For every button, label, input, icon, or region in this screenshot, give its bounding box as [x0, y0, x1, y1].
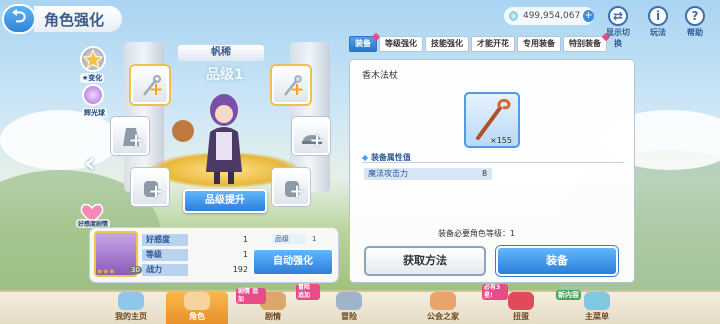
nav-label: 我的主页	[115, 312, 147, 321]
currency-amount: 499,954,067	[522, 11, 581, 21]
star-change-label: ★变化	[80, 73, 105, 83]
level-row: 等级 1	[142, 249, 248, 261]
auto-enhance-button[interactable]: 自动强化	[252, 248, 334, 276]
tab-label: 装备	[355, 39, 371, 48]
rank-upgrade-button[interactable]: 品级提升	[183, 189, 267, 213]
add-equip-icon: +	[289, 79, 305, 100]
affection-label: 好感度	[142, 234, 188, 246]
character-name: 帆稀	[178, 45, 264, 61]
stats-section-text: 装备属性值	[370, 153, 411, 162]
character-sprite	[206, 94, 242, 184]
equip-slot-hat[interactable]: +	[292, 117, 330, 155]
sword-icon	[336, 292, 362, 310]
guide-label: 玩法	[650, 28, 666, 37]
equip-slot-glove[interactable]: +	[131, 168, 169, 206]
nav-home[interactable]: 我的主页	[100, 292, 162, 324]
currency-display: 499,954,067 +	[504, 7, 594, 25]
nav-label: 剧情	[265, 312, 281, 321]
tab-special-equip[interactable]: 特别装备	[563, 32, 611, 52]
nav-label: 公会之家	[427, 312, 459, 321]
equip-slot-bracer[interactable]: +	[272, 168, 310, 206]
nav-guild-house[interactable]: 公会之家	[412, 292, 474, 324]
nav-label: 主菜单	[585, 312, 609, 321]
question-icon: ?	[685, 6, 705, 26]
tab-equipment[interactable]: 装备	[349, 32, 381, 52]
add-equip-icon: +	[309, 130, 325, 151]
character-rank: 品级1	[206, 67, 244, 83]
castle-icon	[118, 292, 144, 310]
gacha-badge: 必有3星!	[482, 284, 508, 300]
tab-bar: 装备 等级强化 技能强化 才能开花 专用装备 特别装备	[349, 32, 611, 52]
nav-label: 角色	[189, 312, 205, 321]
power-value: 192	[232, 265, 248, 274]
help-button[interactable]: ? 帮助	[680, 6, 710, 38]
back-button[interactable]: ⮌	[2, 4, 36, 34]
swap-icon: ⇄	[608, 6, 628, 26]
level-value: 1	[242, 250, 248, 259]
tab-label: 专用装备	[523, 39, 555, 48]
guide-button[interactable]: i 玩法	[643, 6, 673, 38]
help-label: 帮助	[687, 28, 703, 37]
tab-label: 技能强化	[431, 39, 463, 48]
house-icon	[430, 292, 456, 310]
tab-label: 特别装备	[569, 39, 601, 48]
gacha-icon	[508, 292, 534, 310]
power-label: 战力	[142, 264, 188, 276]
power-row: 战力 192	[142, 264, 248, 276]
stat-value: 8	[482, 169, 488, 178]
avatar-level: 30	[129, 266, 142, 274]
star-change-button[interactable]	[80, 46, 106, 72]
affection-story-label: 好感度剧情	[76, 219, 111, 228]
acquire-method-button[interactable]: 获取方法	[364, 246, 486, 276]
rank-tag-value: 1	[312, 235, 317, 243]
display-toggle-label: 显示切换	[606, 28, 630, 48]
add-equip-icon: +	[128, 130, 144, 151]
star-rating: ★★★	[96, 267, 115, 276]
tab-talent[interactable]: 才能开花	[471, 36, 515, 52]
nav-adventure[interactable]: 冒险	[318, 292, 380, 324]
page-title: 角色强化	[34, 6, 123, 32]
tab-skill[interactable]: 技能强化	[425, 36, 469, 52]
prev-character-arrow[interactable]: ‹	[84, 146, 96, 179]
mana-coin-icon	[508, 10, 519, 22]
companion-creature	[172, 120, 194, 142]
character-icon	[184, 292, 210, 310]
equipment-count: ×155	[490, 136, 512, 145]
diamond-bullet-icon: ◆	[362, 153, 371, 162]
adventure-badge: 冒险 追加	[296, 284, 320, 300]
add-equip-icon: +	[148, 181, 164, 202]
equip-slot-staff[interactable]: +	[131, 66, 169, 104]
level-requirement: 装备必要角色等级：1	[438, 229, 516, 238]
equip-button[interactable]: 装备	[496, 246, 618, 276]
back-arrow-icon: ⮌	[11, 6, 27, 27]
nav-label: 冒险	[341, 312, 357, 321]
equipment-name: 香木法杖	[362, 71, 399, 81]
glow-orb-button[interactable]	[82, 84, 104, 106]
nav-label: 扭蛋	[513, 312, 529, 321]
menu-badge: 新内容	[556, 290, 581, 300]
nav-character[interactable]: 角色	[166, 292, 228, 324]
equip-slot-robe[interactable]: +	[111, 117, 149, 155]
add-equip-icon: +	[289, 181, 305, 202]
crystal-icon	[584, 292, 610, 310]
equip-slot-wand[interactable]: +	[272, 66, 310, 104]
tab-label: 才能开花	[477, 39, 509, 48]
stat-label: 魔法攻击力	[368, 169, 408, 178]
tab-unique-equip[interactable]: 专用装备	[517, 36, 561, 52]
affection-value: 1	[242, 235, 248, 244]
tab-label: 等级强化	[385, 39, 417, 48]
story-badge: 剧情 追加	[236, 288, 266, 304]
info-icon: i	[648, 6, 668, 26]
tab-level-up[interactable]: 等级强化	[379, 36, 423, 52]
affection-row: 好感度 1	[142, 234, 248, 246]
add-currency-button[interactable]: +	[583, 10, 594, 22]
rank-tag-label: 品级	[272, 234, 306, 244]
glow-orb-label: 辉光球	[82, 108, 107, 118]
add-equip-icon: +	[148, 79, 164, 100]
divider	[362, 162, 624, 163]
level-label: 等级	[142, 249, 188, 261]
star-icon	[82, 48, 104, 70]
